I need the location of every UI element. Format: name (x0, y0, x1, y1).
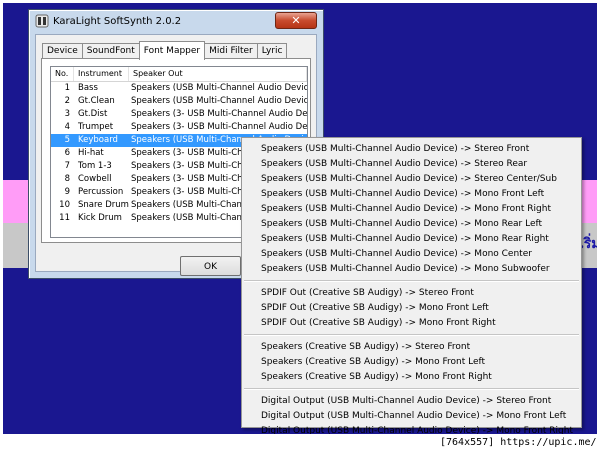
row-instrument: Cowbell (78, 174, 112, 184)
row-instrument: Trumpet (78, 122, 114, 132)
table-row[interactable]: 1 Bass Speakers (USB Multi-Channel Audio D… (51, 82, 307, 95)
desktop-background: เริ่ม KaraLight SoftSynth 2.0.2 ✕ Device… (3, 3, 597, 434)
menu-item[interactable]: Speakers (Creative SB Audigy) -> Stereo … (261, 340, 470, 355)
row-number: 3 (64, 109, 70, 119)
menu-separator (244, 280, 579, 282)
menu-item[interactable]: Speakers (USB Multi-Channel Audio Device… (261, 157, 527, 172)
row-number: 2 (64, 96, 70, 106)
list-header: No. Instrument Speaker Out (51, 67, 307, 82)
row-speaker-out: Speakers (USB Multi-Channel Audio Devic.… (131, 96, 307, 106)
menu-item[interactable]: Speakers (USB Multi-Channel Audio Device… (261, 232, 549, 247)
menu-item[interactable]: Speakers (USB Multi-Channel Audio Device… (261, 217, 542, 232)
row-instrument: Gt.Dist (78, 109, 108, 119)
close-button[interactable]: ✕ (275, 12, 317, 29)
row-instrument: Keyboard (78, 135, 118, 145)
row-number: 8 (64, 174, 70, 184)
ok-label: OK (204, 262, 217, 272)
column-instrument[interactable]: Instrument (74, 67, 129, 81)
menu-separator (244, 334, 579, 336)
column-no[interactable]: No. (51, 67, 74, 81)
row-number: 1 (64, 83, 70, 93)
menu-item[interactable]: Speakers (USB Multi-Channel Audio Device… (261, 187, 544, 202)
row-speaker-out: Speakers (3- USB Multi-Channel Audio Dev… (131, 109, 307, 119)
speaker-context-menu: Speakers (USB Multi-Channel Audio Device… (241, 137, 582, 434)
window-title: KaraLight SoftSynth 2.0.2 (53, 15, 182, 27)
menu-item[interactable]: SPDIF Out (Creative SB Audigy) -> Mono F… (261, 301, 489, 316)
tab-device[interactable]: Device (42, 43, 83, 59)
menu-item[interactable]: Speakers (USB Multi-Channel Audio Device… (261, 202, 551, 217)
row-instrument: Snare Drum (78, 200, 129, 210)
title-bar[interactable]: KaraLight SoftSynth 2.0.2 ✕ (29, 10, 323, 32)
menu-item[interactable]: Digital Output (USB Multi-Channel Audio … (261, 394, 551, 409)
watermark: [764x557] https://upic.me/ (440, 437, 597, 448)
table-row[interactable]: 4 Trumpet Speakers (3- USB Multi-Channel A… (51, 121, 307, 134)
menu-item[interactable]: SPDIF Out (Creative SB Audigy) -> Mono F… (261, 316, 496, 331)
row-number: 7 (64, 161, 70, 171)
tab-font-mapper[interactable]: Font Mapper (138, 41, 206, 60)
tab-midi-filter[interactable]: Midi Filter (204, 43, 258, 59)
row-number: 10 (59, 200, 70, 210)
ok-button[interactable]: OK (180, 256, 241, 276)
app-icon (35, 14, 49, 28)
row-number: 9 (64, 187, 70, 197)
row-number: 6 (64, 148, 70, 158)
row-instrument: Kick Drum (78, 213, 122, 223)
menu-separator (244, 388, 579, 390)
table-row[interactable]: 2 Gt.Clean Speakers (USB Multi-Channel Aud… (51, 95, 307, 108)
row-instrument: Bass (78, 83, 98, 93)
row-number: 5 (64, 135, 70, 145)
menu-item[interactable]: SPDIF Out (Creative SB Audigy) -> Stereo… (261, 286, 474, 301)
menu-item[interactable]: Speakers (USB Multi-Channel Audio Device… (261, 247, 532, 262)
row-instrument: Tom 1-3 (78, 161, 112, 171)
row-number: 11 (59, 213, 70, 223)
tab-lyric[interactable]: Lyric (256, 43, 288, 59)
row-speaker-out: Speakers (3- USB Multi-Channel Audio Dev… (131, 122, 307, 132)
row-speaker-out: Speakers (USB Multi-Channel Audio Devic.… (131, 83, 307, 93)
menu-item[interactable]: Speakers (USB Multi-Channel Audio Device… (261, 142, 529, 157)
tab-strip: Device SoundFont Font Mapper Midi Filter… (42, 41, 288, 60)
menu-item[interactable]: Digital Output (USB Multi-Channel Audio … (261, 409, 566, 424)
row-instrument: Hi-hat (78, 148, 104, 158)
tab-soundfont[interactable]: SoundFont (81, 43, 140, 59)
row-instrument: Gt.Clean (78, 96, 115, 106)
menu-item[interactable]: Speakers (Creative SB Audigy) -> Mono Fr… (261, 370, 492, 385)
column-speaker-out[interactable]: Speaker Out (129, 67, 307, 81)
menu-item[interactable]: Speakers (USB Multi-Channel Audio Device… (261, 262, 550, 277)
table-row[interactable]: 3 Gt.Dist Speakers (3- USB Multi-Channel A… (51, 108, 307, 121)
row-instrument: Percussion (78, 187, 124, 197)
row-number: 4 (64, 122, 70, 132)
menu-item[interactable]: Speakers (Creative SB Audigy) -> Mono Fr… (261, 355, 485, 370)
menu-item[interactable]: Digital Output (USB Multi-Channel Audio … (261, 424, 573, 434)
menu-item[interactable]: Speakers (USB Multi-Channel Audio Device… (261, 172, 557, 187)
